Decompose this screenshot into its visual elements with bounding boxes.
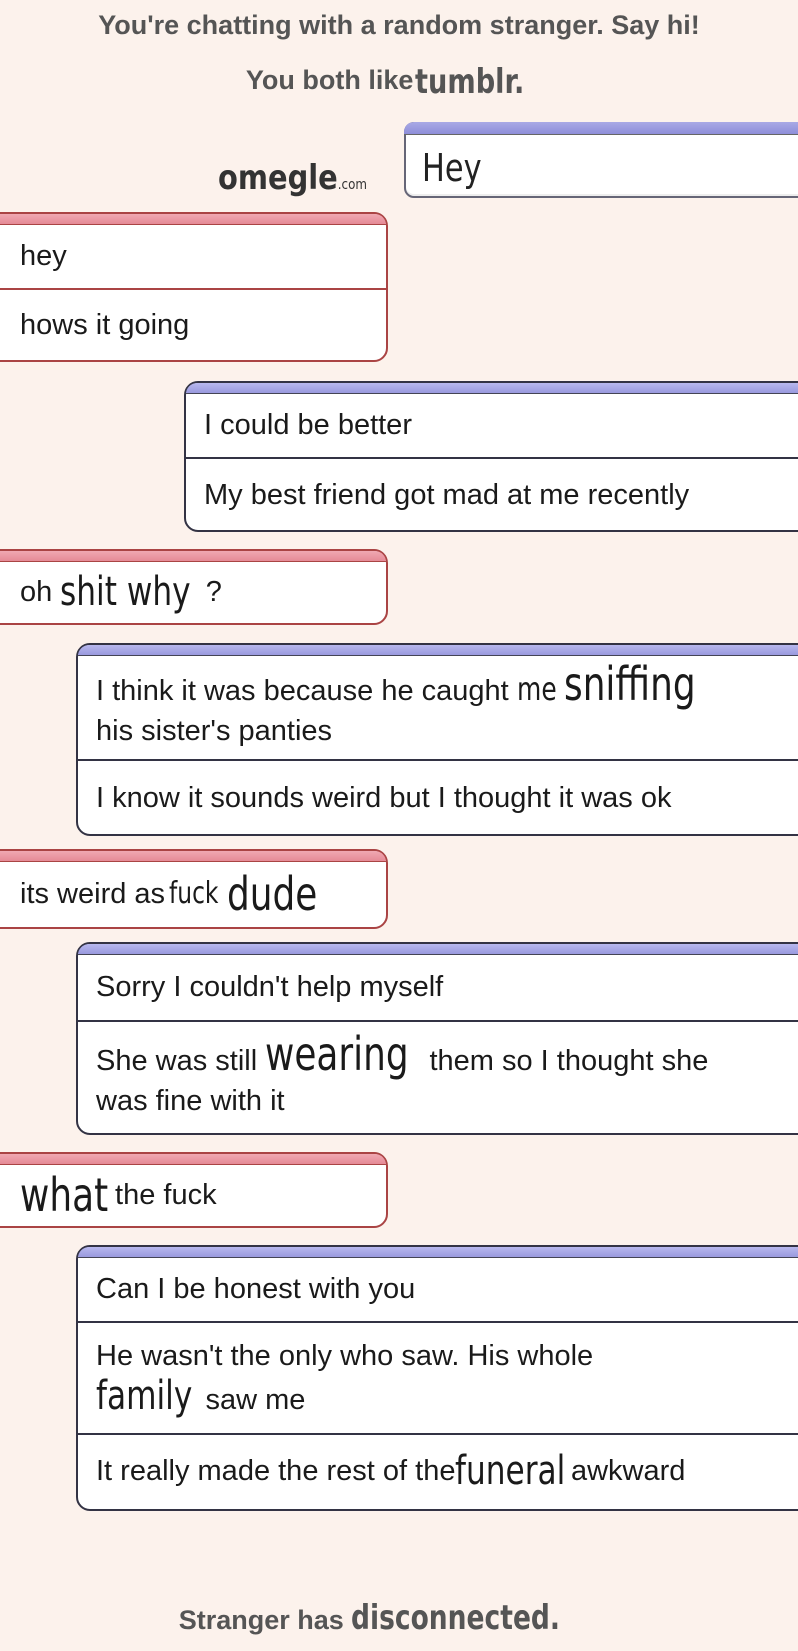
message-line: She was still wearing them so I thought … — [78, 1020, 798, 1133]
likes-prefix: You both like — [245, 65, 414, 96]
common-likes: You both liketumblr. — [0, 62, 798, 102]
omegle-logo-text: omegle — [218, 158, 338, 198]
you-message-group: Sorry I couldn't help myself She was sti… — [76, 942, 798, 1135]
disconnect-prefix: Stranger has — [178, 1605, 352, 1635]
text-part: the fuck — [115, 1179, 217, 1211]
you-message-group: I could be better My best friend got mad… — [184, 381, 798, 532]
text-part-cutout: funeral — [455, 1448, 566, 1494]
text-part-cutout: fuck — [169, 876, 219, 911]
text-part: awkward — [570, 1455, 686, 1487]
message-line: I could be better — [204, 409, 412, 441]
disconnect-notice: Stranger has disconnected. — [0, 1598, 798, 1638]
text-part-cutout: me — [516, 669, 557, 708]
message-line: oh shit why? — [0, 561, 386, 623]
text-part: his sister's panties — [96, 714, 333, 747]
stranger-message-group: oh shit why? — [0, 549, 388, 625]
message-line: My best friend got mad at me recently — [186, 457, 798, 530]
text-part: ? — [205, 576, 222, 608]
you-message-group: Can I be honest with you He wasn't the o… — [76, 1245, 798, 1511]
text-part: its weird as — [20, 878, 166, 910]
text-part: I think it was because he caught — [96, 674, 517, 707]
message-line: hows it going — [0, 288, 386, 360]
stranger-message-group: what the fuck — [0, 1152, 388, 1228]
message-line: I think it was because he caught me sniff… — [78, 655, 798, 759]
text-part: was fine with it — [96, 1085, 285, 1117]
text-part: saw me — [205, 1384, 306, 1416]
stranger-message-group: its weird as fuck dude — [0, 849, 388, 929]
text-part: them so I thought she — [421, 1045, 709, 1077]
message-line: Sorry I couldn't help myself — [96, 971, 444, 1003]
message-line: It really made the rest of the funeral a… — [78, 1433, 798, 1507]
message-line: He wasn't the only who saw. His whole fa… — [78, 1321, 798, 1433]
message-input-value: Hey — [422, 146, 482, 190]
omegle-logo: omegle.com — [218, 158, 367, 198]
omegle-logo-suffix: .com — [337, 177, 367, 193]
message-line: I know it sounds weird but I thought it … — [78, 759, 798, 834]
message-line: Can I be honest with you — [96, 1273, 416, 1305]
text-part: It really made the rest of the — [96, 1455, 456, 1487]
text-part-cutout: dude — [226, 867, 317, 921]
message-line: what the fuck — [0, 1164, 386, 1226]
message-input[interactable]: Hey — [404, 122, 798, 198]
text-part-cutout: what — [20, 1168, 109, 1222]
text-part: He wasn't the only who saw. His whole — [96, 1340, 594, 1372]
text-part-cutout: wearing — [265, 1027, 409, 1081]
intro-text: You're chatting with a random stranger. … — [98, 10, 700, 40]
you-message-group: I think it was because he caught me sniff… — [76, 643, 798, 836]
text-part: oh — [20, 576, 53, 608]
text-part-cutout: sniffing — [563, 656, 696, 711]
text-part-cutout: shit why — [60, 569, 191, 615]
text-part-cutout: family — [96, 1373, 193, 1419]
tumblr-logo: tumblr. — [415, 62, 525, 102]
text-part: She was still — [96, 1045, 266, 1077]
disconnect-word: disconnected. — [351, 1598, 561, 1638]
message-line: hey — [20, 240, 67, 272]
message-line: its weird as fuck dude — [0, 861, 386, 927]
stranger-message-group: hey hows it going — [0, 212, 388, 362]
